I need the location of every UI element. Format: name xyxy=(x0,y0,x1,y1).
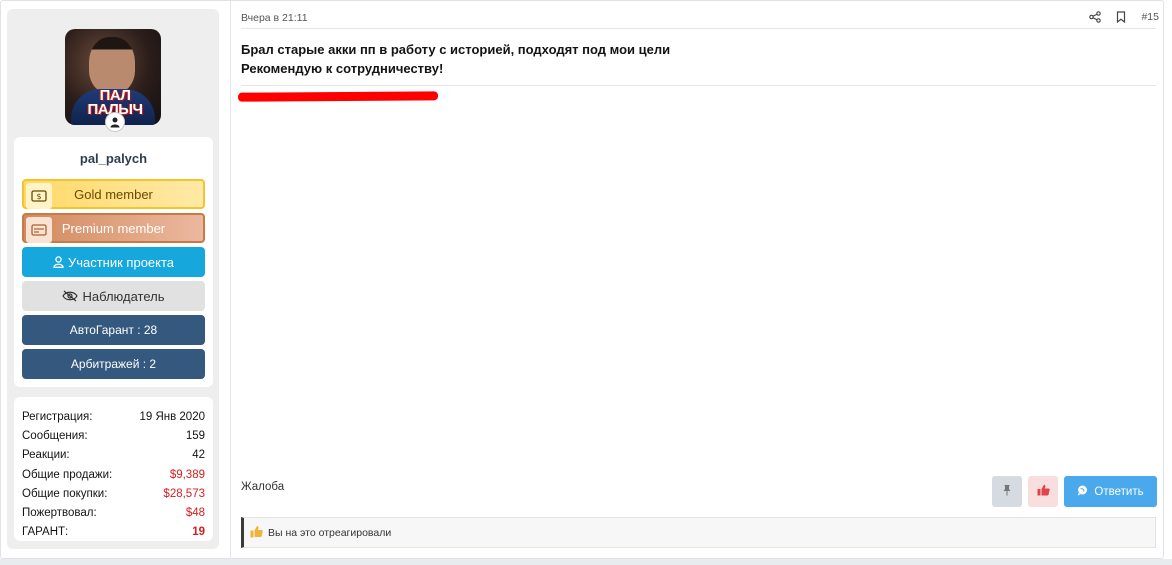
stat-reactions: Реакции: 42 xyxy=(22,445,205,464)
username[interactable]: pal_palych xyxy=(14,151,213,166)
thumbs-up-icon xyxy=(1037,483,1050,501)
stat-total-sales: Общие продажи: $9,389 xyxy=(22,465,205,484)
thumbs-up-emoji-icon xyxy=(250,525,263,541)
reactions-text: Вы на это отреагировали xyxy=(268,526,392,539)
user-card: pal_palych $ Gold member Premium member … xyxy=(14,137,213,387)
stat-label: Сообщения: xyxy=(22,429,88,442)
stat-value: $28,573 xyxy=(163,487,205,500)
stat-label: Реакции: xyxy=(22,448,70,461)
stat-registration: Регистрация: 19 Янв 2020 xyxy=(22,407,205,426)
share-icon[interactable] xyxy=(1089,11,1102,23)
avatar-face xyxy=(89,37,135,93)
post-line-2: Рекомендую к сотрудничеству! xyxy=(241,61,444,76)
card-icon xyxy=(26,217,52,243)
arbitrations-banner[interactable]: Арбитражей : 2 xyxy=(22,349,205,379)
project-member-banner: Участник проекта xyxy=(22,247,205,277)
bottom-strip xyxy=(0,559,1172,565)
redacted-signature xyxy=(237,91,439,102)
eye-slash-icon xyxy=(62,290,79,302)
watcher-label: Наблюдатель xyxy=(82,288,165,304)
post-number[interactable]: #15 xyxy=(1141,11,1159,23)
autogarant-label: АвтоГарант : 28 xyxy=(69,323,158,337)
svg-text:$: $ xyxy=(36,192,41,201)
stat-value: 159 xyxy=(185,429,205,442)
signature-divider xyxy=(241,85,1156,86)
reply-button[interactable]: Ответить xyxy=(1064,476,1157,507)
reactions-bar[interactable]: Вы на это отреагировали xyxy=(241,517,1156,548)
dollar-bill-icon: $ xyxy=(26,183,52,209)
post-time[interactable]: Вчера в 21:11 xyxy=(241,12,308,24)
avatar[interactable]: ПАЛ ПАЛЫЧ xyxy=(65,29,161,125)
stat-label: Регистрация: xyxy=(22,410,93,423)
stat-value: $9,389 xyxy=(169,468,205,481)
like-button[interactable] xyxy=(1028,476,1058,507)
stat-value: 42 xyxy=(192,448,205,461)
stat-donated: Пожертвовал: $48 xyxy=(22,503,205,522)
stat-label: Общие продажи: xyxy=(22,468,113,481)
page-edge xyxy=(1164,0,1172,559)
autogarant-banner[interactable]: АвтоГарант : 28 xyxy=(22,315,205,345)
pin-icon xyxy=(1002,483,1012,501)
reply-label: Ответить xyxy=(1094,485,1144,498)
post-line-1: Брал старые акки пп в работу с историей,… xyxy=(241,42,671,57)
stat-label: ГАРАНТ: xyxy=(22,525,69,538)
arbitrations-label: Арбитражей : 2 xyxy=(70,357,157,371)
gold-member-banner: $ Gold member xyxy=(22,179,205,209)
post-container: ПАЛ ПАЛЫЧ pal_palych $ Gold member Premi… xyxy=(0,0,1165,560)
premium-member-banner: Premium member xyxy=(22,213,205,243)
post-actions: #15 xyxy=(1089,11,1159,23)
stat-messages: Сообщения: 159 xyxy=(22,426,205,445)
premium-member-label: Premium member xyxy=(61,220,166,236)
stat-garant: ГАРАНТ: 19 xyxy=(22,522,205,541)
divider xyxy=(241,28,1156,29)
user-status-icon xyxy=(105,112,125,132)
bookmark-icon[interactable] xyxy=(1115,11,1127,23)
post-body: Брал старые акки пп в работу с историей,… xyxy=(241,40,670,78)
stat-value: $48 xyxy=(185,506,205,519)
complaint-link[interactable]: Жалоба xyxy=(241,481,284,493)
stat-label: Пожертвовал: xyxy=(22,506,97,519)
chat-icon xyxy=(1077,485,1088,499)
watcher-banner: Наблюдатель xyxy=(22,281,205,311)
stat-value: 19 Янв 2020 xyxy=(139,410,205,423)
user-sidebar: ПАЛ ПАЛЫЧ pal_palych $ Gold member Premi… xyxy=(7,9,219,549)
stat-total-purchases: Общие покупки: $28,573 xyxy=(22,484,205,503)
stat-label: Общие покупки: xyxy=(22,487,108,500)
project-member-label: Участник проекта xyxy=(67,254,175,270)
post-main: Вчера в 21:11 #15 Брал старые акки пп в … xyxy=(230,1,1165,560)
pin-button[interactable] xyxy=(992,476,1022,507)
user-stats: Регистрация: 19 Янв 2020 Сообщения: 159 … xyxy=(14,397,213,541)
user-icon xyxy=(53,256,64,268)
gold-member-label: Gold member xyxy=(74,186,153,202)
stat-value: 19 xyxy=(192,525,205,538)
